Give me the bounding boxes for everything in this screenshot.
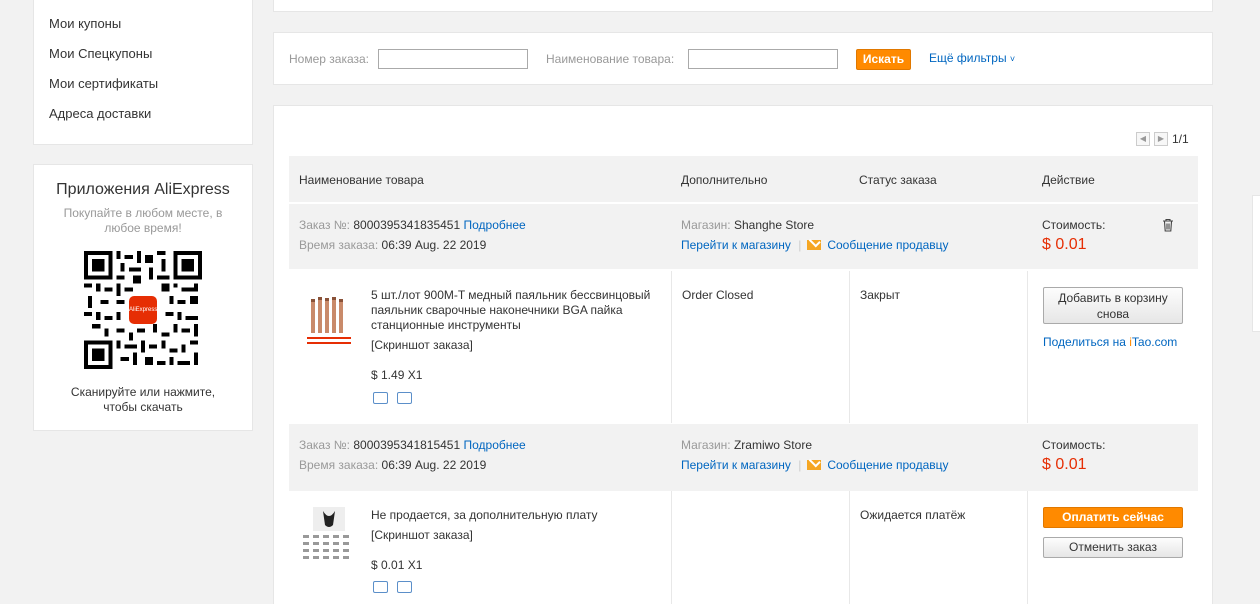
unit-price: $ 1.49 X1 xyxy=(371,368,423,382)
orders-table-header: Наименование товара Дополнительно Статус… xyxy=(289,156,1198,202)
order-status: Закрыт xyxy=(860,288,900,302)
next-page-icon[interactable]: ▶ xyxy=(1154,132,1168,146)
message-seller-link[interactable]: Сообщение продавцу xyxy=(827,238,948,252)
order-time: 06:39 Aug. 22 2019 xyxy=(381,238,487,252)
order-number: 8000395341815451 xyxy=(353,438,461,452)
store-name: Shanghe Store xyxy=(733,218,815,232)
menu-item-my-coupons[interactable]: Мои купоны xyxy=(49,16,121,31)
app-scan-text: Сканируйте или нажмите, чтобы скачать xyxy=(70,385,216,414)
message-envelope-icon xyxy=(807,240,822,250)
menu-item-shipping-addresses[interactable]: Адреса доставки xyxy=(49,106,151,121)
top-panel xyxy=(273,0,1213,12)
more-filters-label: Ещё фильтры xyxy=(929,51,1007,65)
app-panel-title: Приложения AliExpress xyxy=(56,181,230,198)
order-details-link[interactable]: Подробнее xyxy=(464,218,526,232)
order-time: 06:39 Aug. 22 2019 xyxy=(381,458,487,472)
search-button[interactable]: Искать xyxy=(856,49,911,70)
header-extra: Дополнительно xyxy=(681,173,768,187)
product-name-link[interactable]: 5 шт./лот 900M-T медный паяльник бессвин… xyxy=(371,288,671,333)
message-envelope-icon xyxy=(807,460,822,470)
go-to-store-link[interactable]: Перейти к магазину xyxy=(681,238,791,252)
cancel-order-button[interactable]: Отменить заказ xyxy=(1043,537,1183,558)
order-item-row: Не продается, за дополнительную плату [С… xyxy=(289,491,1198,604)
extra-info: Order Closed xyxy=(682,288,754,302)
store-label: Магазин: xyxy=(681,438,731,452)
pay-now-button[interactable]: Оплатить сейчас xyxy=(1043,507,1183,528)
order-number-input[interactable] xyxy=(378,49,528,69)
order-number: 8000395341835451 xyxy=(353,218,461,232)
order-screenshot-link[interactable]: [Скриншот заказа] xyxy=(371,338,671,353)
pagination: ◀ ▶ 1/1 xyxy=(1136,132,1196,147)
product-thumbnail[interactable] xyxy=(299,291,359,351)
share-label: Поделиться на xyxy=(1043,335,1130,349)
app-panel-subtitle: Покупайте в любом месте, в любое время! xyxy=(63,206,223,235)
message-seller-link[interactable]: Сообщение продавцу xyxy=(827,458,948,472)
menu-item-my-certificates[interactable]: Мои сертификаты xyxy=(49,76,158,91)
order-status: Ожидается платёж xyxy=(860,508,966,522)
product-name-input[interactable] xyxy=(688,49,838,69)
feedback-side-tab[interactable] xyxy=(1252,195,1260,332)
order-time-label: Время заказа: xyxy=(299,458,379,472)
add-to-cart-again-button[interactable]: Добавить в корзину снова xyxy=(1043,287,1183,324)
qr-code[interactable]: AliExpress xyxy=(84,251,202,369)
order-number-label: Заказ №: xyxy=(299,218,351,232)
more-filters-link[interactable]: Ещё фильтры ˅ xyxy=(929,51,1015,65)
go-to-store-link[interactable]: Перейти к магазину xyxy=(681,458,791,472)
order-item-row: 5 шт./лот 900M-T медный паяльник бессвин… xyxy=(289,271,1198,423)
order-filter-bar: Номер заказа: Наименование товара: Искат… xyxy=(273,32,1213,85)
link-separator: | xyxy=(798,238,802,252)
order-screenshot-link[interactable]: [Скриншот заказа] xyxy=(371,528,671,543)
order-cost: $ 0.01 xyxy=(1042,456,1087,473)
card-icon[interactable] xyxy=(397,581,412,593)
aliexpress-logo-icon: AliExpress xyxy=(129,296,157,324)
card-icon[interactable] xyxy=(397,392,412,404)
orders-panel: ◀ ▶ 1/1 Наименование товара Дополнительн… xyxy=(273,105,1213,604)
order-details-link[interactable]: Подробнее xyxy=(464,438,526,452)
page-indicator: 1/1 xyxy=(1172,132,1189,146)
itao-brand-rest: Tao.com xyxy=(1131,335,1178,349)
order-header: Заказ №: 8000395341815451 Подробнее Врем… xyxy=(289,424,1198,491)
header-status: Статус заказа xyxy=(859,173,937,187)
unit-price: $ 0.01 X1 xyxy=(371,558,423,572)
shipping-truck-icon[interactable] xyxy=(373,392,388,404)
order-cost: $ 0.01 xyxy=(1042,236,1087,253)
store-name: Zramiwo Store xyxy=(733,438,812,452)
account-side-menu: Мои купоны Мои Спецкупоны Мои сертификат… xyxy=(33,0,253,145)
app-download-panel: Приложения AliExpress Покупайте в любом … xyxy=(33,164,253,431)
prev-page-icon[interactable]: ◀ xyxy=(1136,132,1150,146)
order-header: Заказ №: 8000395341835451 Подробнее Врем… xyxy=(289,204,1198,269)
cost-label: Стоимость: xyxy=(1042,438,1106,452)
shipping-truck-icon[interactable] xyxy=(373,581,388,593)
order-number-label: Заказ №: xyxy=(299,438,351,452)
share-itao-link[interactable]: Поделиться на iTao.com xyxy=(1043,335,1177,349)
order-number-label: Номер заказа: xyxy=(289,52,370,66)
link-separator: | xyxy=(798,458,802,472)
menu-item-my-special-coupons[interactable]: Мои Спецкупоны xyxy=(49,46,152,61)
chevron-down-icon: ˅ xyxy=(1009,54,1016,64)
product-thumbnail[interactable] xyxy=(299,505,359,565)
header-product: Наименование товара xyxy=(299,173,424,187)
store-label: Магазин: xyxy=(681,218,731,232)
product-name-label: Наименование товара: xyxy=(546,52,675,66)
order-time-label: Время заказа: xyxy=(299,238,379,252)
header-action: Действие xyxy=(1042,173,1095,187)
trash-icon[interactable] xyxy=(1162,218,1174,232)
product-name-link[interactable]: Не продается, за дополнительную плату xyxy=(371,508,671,523)
cost-label: Стоимость: xyxy=(1042,218,1106,232)
